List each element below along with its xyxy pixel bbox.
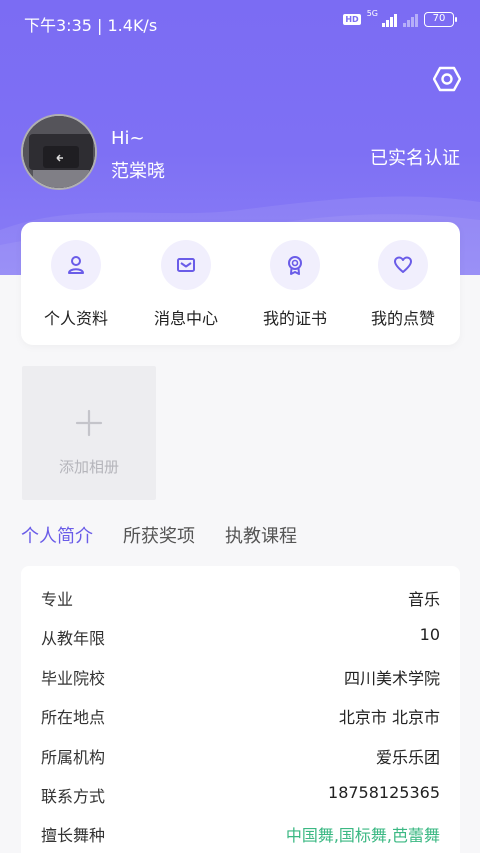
info-key: 所属机构 <box>41 748 106 767</box>
network-type-label: 5G <box>366 9 378 18</box>
info-key: 擅长舞种 <box>41 826 106 845</box>
verified-status[interactable]: 已实名认证 <box>370 144 460 170</box>
signal-secondary-icon <box>403 13 418 27</box>
info-row-major: 专业 音乐 <box>41 586 440 610</box>
menu-item-likes[interactable]: 我的点赞 <box>348 222 458 345</box>
info-row-organization: 所属机构 爱乐乐团 <box>41 744 440 768</box>
menu-item-label: 我的证书 <box>262 309 327 328</box>
profile-info-card: 专业 音乐 从教年限 10 毕业院校 四川美术学院 所在地点 北京市 北京市 所… <box>21 566 460 853</box>
menu-item-certificates[interactable]: 我的证书 <box>240 222 350 345</box>
info-value: 音乐 <box>407 590 440 609</box>
heart-icon <box>378 240 428 290</box>
tab-introduction[interactable]: 个人简介 <box>21 522 93 548</box>
info-value: 10 <box>419 625 440 644</box>
info-row-contact: 联系方式 18758125365 <box>41 783 440 807</box>
menu-item-label: 我的点赞 <box>370 309 435 328</box>
greeting-text: Hi~ <box>111 128 145 149</box>
avatar[interactable] <box>21 114 97 190</box>
signal-icon <box>382 13 397 27</box>
info-key: 毕业院校 <box>41 669 106 688</box>
menu-item-label: 消息中心 <box>153 309 218 328</box>
info-key: 联系方式 <box>41 787 106 806</box>
info-row-dance-styles: 擅长舞种 中国舞,国标舞,芭蕾舞 <box>41 822 440 846</box>
info-value: 四川美术学院 <box>343 669 440 688</box>
info-key: 所在地点 <box>41 708 106 727</box>
quick-menu-card: 个人资料 消息中心 我的证书 我的点赞 <box>21 222 460 345</box>
info-row-location: 所在地点 北京市 北京市 <box>41 704 440 728</box>
status-time: 下午3:35 | 1.4K/s <box>24 16 158 35</box>
info-value: 中国舞,国标舞,芭蕾舞 <box>285 826 440 845</box>
info-key: 从教年限 <box>41 629 106 648</box>
info-value: 18758125365 <box>328 783 440 802</box>
info-key: 专业 <box>41 590 74 609</box>
status-bar: 下午3:35 | 1.4K/s HD 5G 70 <box>0 0 480 44</box>
hd-icon: HD <box>343 14 361 25</box>
mail-icon <box>161 240 211 290</box>
info-value: 爱乐乐团 <box>375 748 440 767</box>
info-row-school: 毕业院校 四川美术学院 <box>41 665 440 689</box>
menu-item-messages[interactable]: 消息中心 <box>131 222 241 345</box>
profile-tabs: 个人简介 所获奖项 执教课程 <box>21 522 297 548</box>
username: 范棠晓 <box>111 161 165 182</box>
award-icon <box>270 240 320 290</box>
settings-hexagon-icon[interactable] <box>433 65 461 93</box>
tab-courses[interactable]: 执教课程 <box>225 522 297 548</box>
tab-awards[interactable]: 所获奖项 <box>123 522 195 548</box>
info-value: 北京市 北京市 <box>338 708 440 727</box>
menu-item-label: 个人资料 <box>43 309 108 328</box>
plus-icon <box>75 409 103 437</box>
user-icon <box>51 240 101 290</box>
status-icons: HD 5G 70 <box>343 9 457 27</box>
info-row-teaching-years: 从教年限 10 <box>41 625 440 649</box>
add-album-label: 添加相册 <box>58 458 119 476</box>
battery-icon: 70 <box>424 12 457 27</box>
add-album-button[interactable]: 添加相册 <box>22 366 156 500</box>
menu-item-profile[interactable]: 个人资料 <box>21 222 131 345</box>
